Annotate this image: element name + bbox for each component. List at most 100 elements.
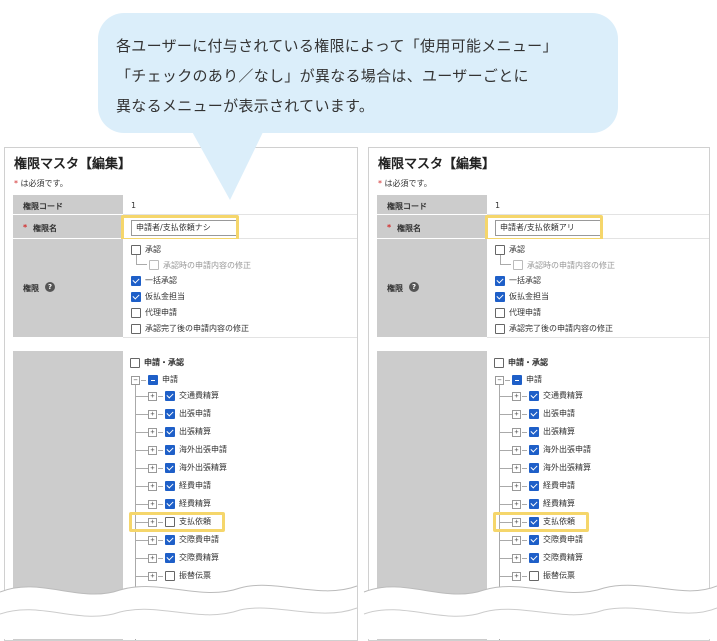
proxy-application-checkbox[interactable] bbox=[131, 308, 141, 318]
advance-payment-checkbox[interactable] bbox=[495, 292, 505, 302]
expand-icon[interactable]: + bbox=[148, 428, 157, 437]
menu-item-checkbox[interactable] bbox=[529, 463, 539, 473]
tree-connector bbox=[136, 504, 148, 505]
expand-icon[interactable]: + bbox=[512, 428, 521, 437]
proxy-application-checkbox[interactable] bbox=[495, 308, 505, 318]
menu-item-label: 経費申請 bbox=[543, 481, 575, 490]
expand-icon[interactable]: + bbox=[148, 554, 157, 563]
expand-icon[interactable]: + bbox=[148, 446, 157, 455]
permission-code-value: 1 bbox=[131, 201, 137, 210]
menu-item-checkbox[interactable] bbox=[529, 427, 539, 437]
tree-connector bbox=[522, 468, 527, 469]
bubble-text-line3: 異なるメニューが表示されています。 bbox=[116, 97, 375, 115]
menu-item-checkbox[interactable] bbox=[165, 553, 175, 563]
menu-item-label: 海外出張精算 bbox=[179, 463, 227, 472]
edit-after-approval-checkbox[interactable] bbox=[495, 324, 505, 334]
tree-connector bbox=[522, 486, 527, 487]
expand-icon[interactable]: + bbox=[148, 410, 157, 419]
expand-icon[interactable]: + bbox=[512, 446, 521, 455]
edit-after-approval-checkbox[interactable] bbox=[131, 324, 141, 334]
required-note-text: は必須です。 bbox=[20, 179, 68, 188]
bulk-approve-checkbox[interactable] bbox=[495, 276, 505, 286]
tree-connector bbox=[158, 450, 163, 451]
tree-connector bbox=[500, 540, 512, 541]
menu-item-checkbox[interactable] bbox=[165, 535, 175, 545]
required-mark: * bbox=[378, 179, 382, 188]
approve-checkbox[interactable] bbox=[495, 245, 505, 255]
menu-item-checkbox[interactable] bbox=[165, 391, 175, 401]
collapse-icon[interactable]: − bbox=[131, 376, 140, 385]
bulk-approve-checkbox[interactable] bbox=[131, 276, 141, 286]
tree-connector bbox=[500, 432, 512, 433]
expand-icon[interactable]: + bbox=[512, 464, 521, 473]
expand-icon[interactable]: + bbox=[512, 392, 521, 401]
torn-edge-decoration bbox=[0, 584, 717, 639]
row-permission-code: 権限コード 1 bbox=[13, 195, 357, 215]
permission-code-label-cell: 権限コード bbox=[377, 195, 487, 215]
menu-item-checkbox[interactable] bbox=[165, 481, 175, 491]
tree-group-label: 申請 bbox=[526, 375, 542, 384]
menu-item-checkbox[interactable] bbox=[529, 481, 539, 491]
tree-root-checkbox[interactable] bbox=[494, 358, 504, 368]
expand-icon[interactable]: + bbox=[148, 500, 157, 509]
tree-connector bbox=[136, 486, 148, 487]
menu-item-checkbox[interactable] bbox=[529, 391, 539, 401]
advance-payment-checkbox[interactable] bbox=[131, 292, 141, 302]
bulk-approve-label: 一括承認 bbox=[509, 276, 541, 285]
expand-icon[interactable]: + bbox=[512, 482, 521, 491]
menu-item-checkbox[interactable] bbox=[529, 409, 539, 419]
menu-item-checkbox[interactable] bbox=[165, 499, 175, 509]
menu-item-checkbox[interactable] bbox=[529, 553, 539, 563]
help-icon[interactable]: ? bbox=[409, 282, 419, 292]
menu-item-checkbox[interactable] bbox=[165, 409, 175, 419]
expand-icon[interactable]: + bbox=[512, 500, 521, 509]
menu-item-checkbox[interactable] bbox=[529, 445, 539, 455]
expand-icon[interactable]: + bbox=[148, 482, 157, 491]
menu-item-checkbox[interactable] bbox=[165, 445, 175, 455]
highlight-permission-name bbox=[485, 215, 603, 241]
tree-group-checkbox[interactable] bbox=[512, 375, 522, 385]
approve-checkbox[interactable] bbox=[131, 245, 141, 255]
highlight-payment-request bbox=[493, 512, 589, 532]
edit-on-approve-label: 承認時の申請内容の修正 bbox=[163, 261, 251, 270]
menu-item-checkbox[interactable] bbox=[165, 463, 175, 473]
permission-name-label: 権限名 bbox=[397, 224, 421, 233]
permission-code-label: 権限コード bbox=[23, 202, 63, 211]
tree-connector bbox=[522, 540, 527, 541]
tree-group-checkbox[interactable] bbox=[148, 375, 158, 385]
tree-connector bbox=[500, 468, 512, 469]
bubble-tail bbox=[190, 128, 265, 200]
required-mark: * bbox=[14, 179, 18, 188]
collapse-icon[interactable]: − bbox=[495, 376, 504, 385]
advance-payment-label: 仮払金担当 bbox=[145, 292, 185, 301]
expand-icon[interactable]: + bbox=[512, 536, 521, 545]
tree-connector bbox=[158, 468, 163, 469]
approve-label: 承認 bbox=[509, 245, 525, 254]
required-mark: * bbox=[387, 223, 392, 232]
tree-root-checkbox[interactable] bbox=[130, 358, 140, 368]
menu-item-checkbox[interactable] bbox=[529, 535, 539, 545]
edit-on-approve-checkbox[interactable] bbox=[513, 260, 523, 270]
expand-icon[interactable]: + bbox=[148, 464, 157, 473]
tree-connector bbox=[500, 396, 512, 397]
permissions-label-cell: 権限 ? bbox=[377, 239, 487, 338]
menu-item-checkbox[interactable] bbox=[165, 427, 175, 437]
explanation-bubble: 各ユーザーに付与されている権限によって「使用可能メニュー」 「チェックのあり／な… bbox=[98, 13, 618, 133]
menu-item-label: 経費精算 bbox=[179, 499, 211, 508]
expand-icon[interactable]: + bbox=[512, 410, 521, 419]
bulk-approve-label: 一括承認 bbox=[145, 276, 177, 285]
expand-icon[interactable]: + bbox=[148, 536, 157, 545]
expand-icon[interactable]: + bbox=[512, 554, 521, 563]
required-mark: * bbox=[23, 223, 28, 232]
edit-on-approve-checkbox[interactable] bbox=[149, 260, 159, 270]
permissions-label: 権限 bbox=[23, 284, 39, 293]
required-note-text: は必須です。 bbox=[384, 179, 432, 188]
page-title: 権限マスタ【編集】 bbox=[378, 157, 496, 172]
menu-item-checkbox[interactable] bbox=[529, 499, 539, 509]
expand-icon[interactable]: + bbox=[148, 392, 157, 401]
permissions-options: 承認 承認時の申請内容の修正 一括承認 仮払金担当 代理申請 承認完了後の申請内… bbox=[123, 239, 357, 338]
tree-connector bbox=[522, 432, 527, 433]
help-icon[interactable]: ? bbox=[45, 282, 55, 292]
tree-connector bbox=[136, 414, 148, 415]
tree-group-label: 申請 bbox=[162, 375, 178, 384]
